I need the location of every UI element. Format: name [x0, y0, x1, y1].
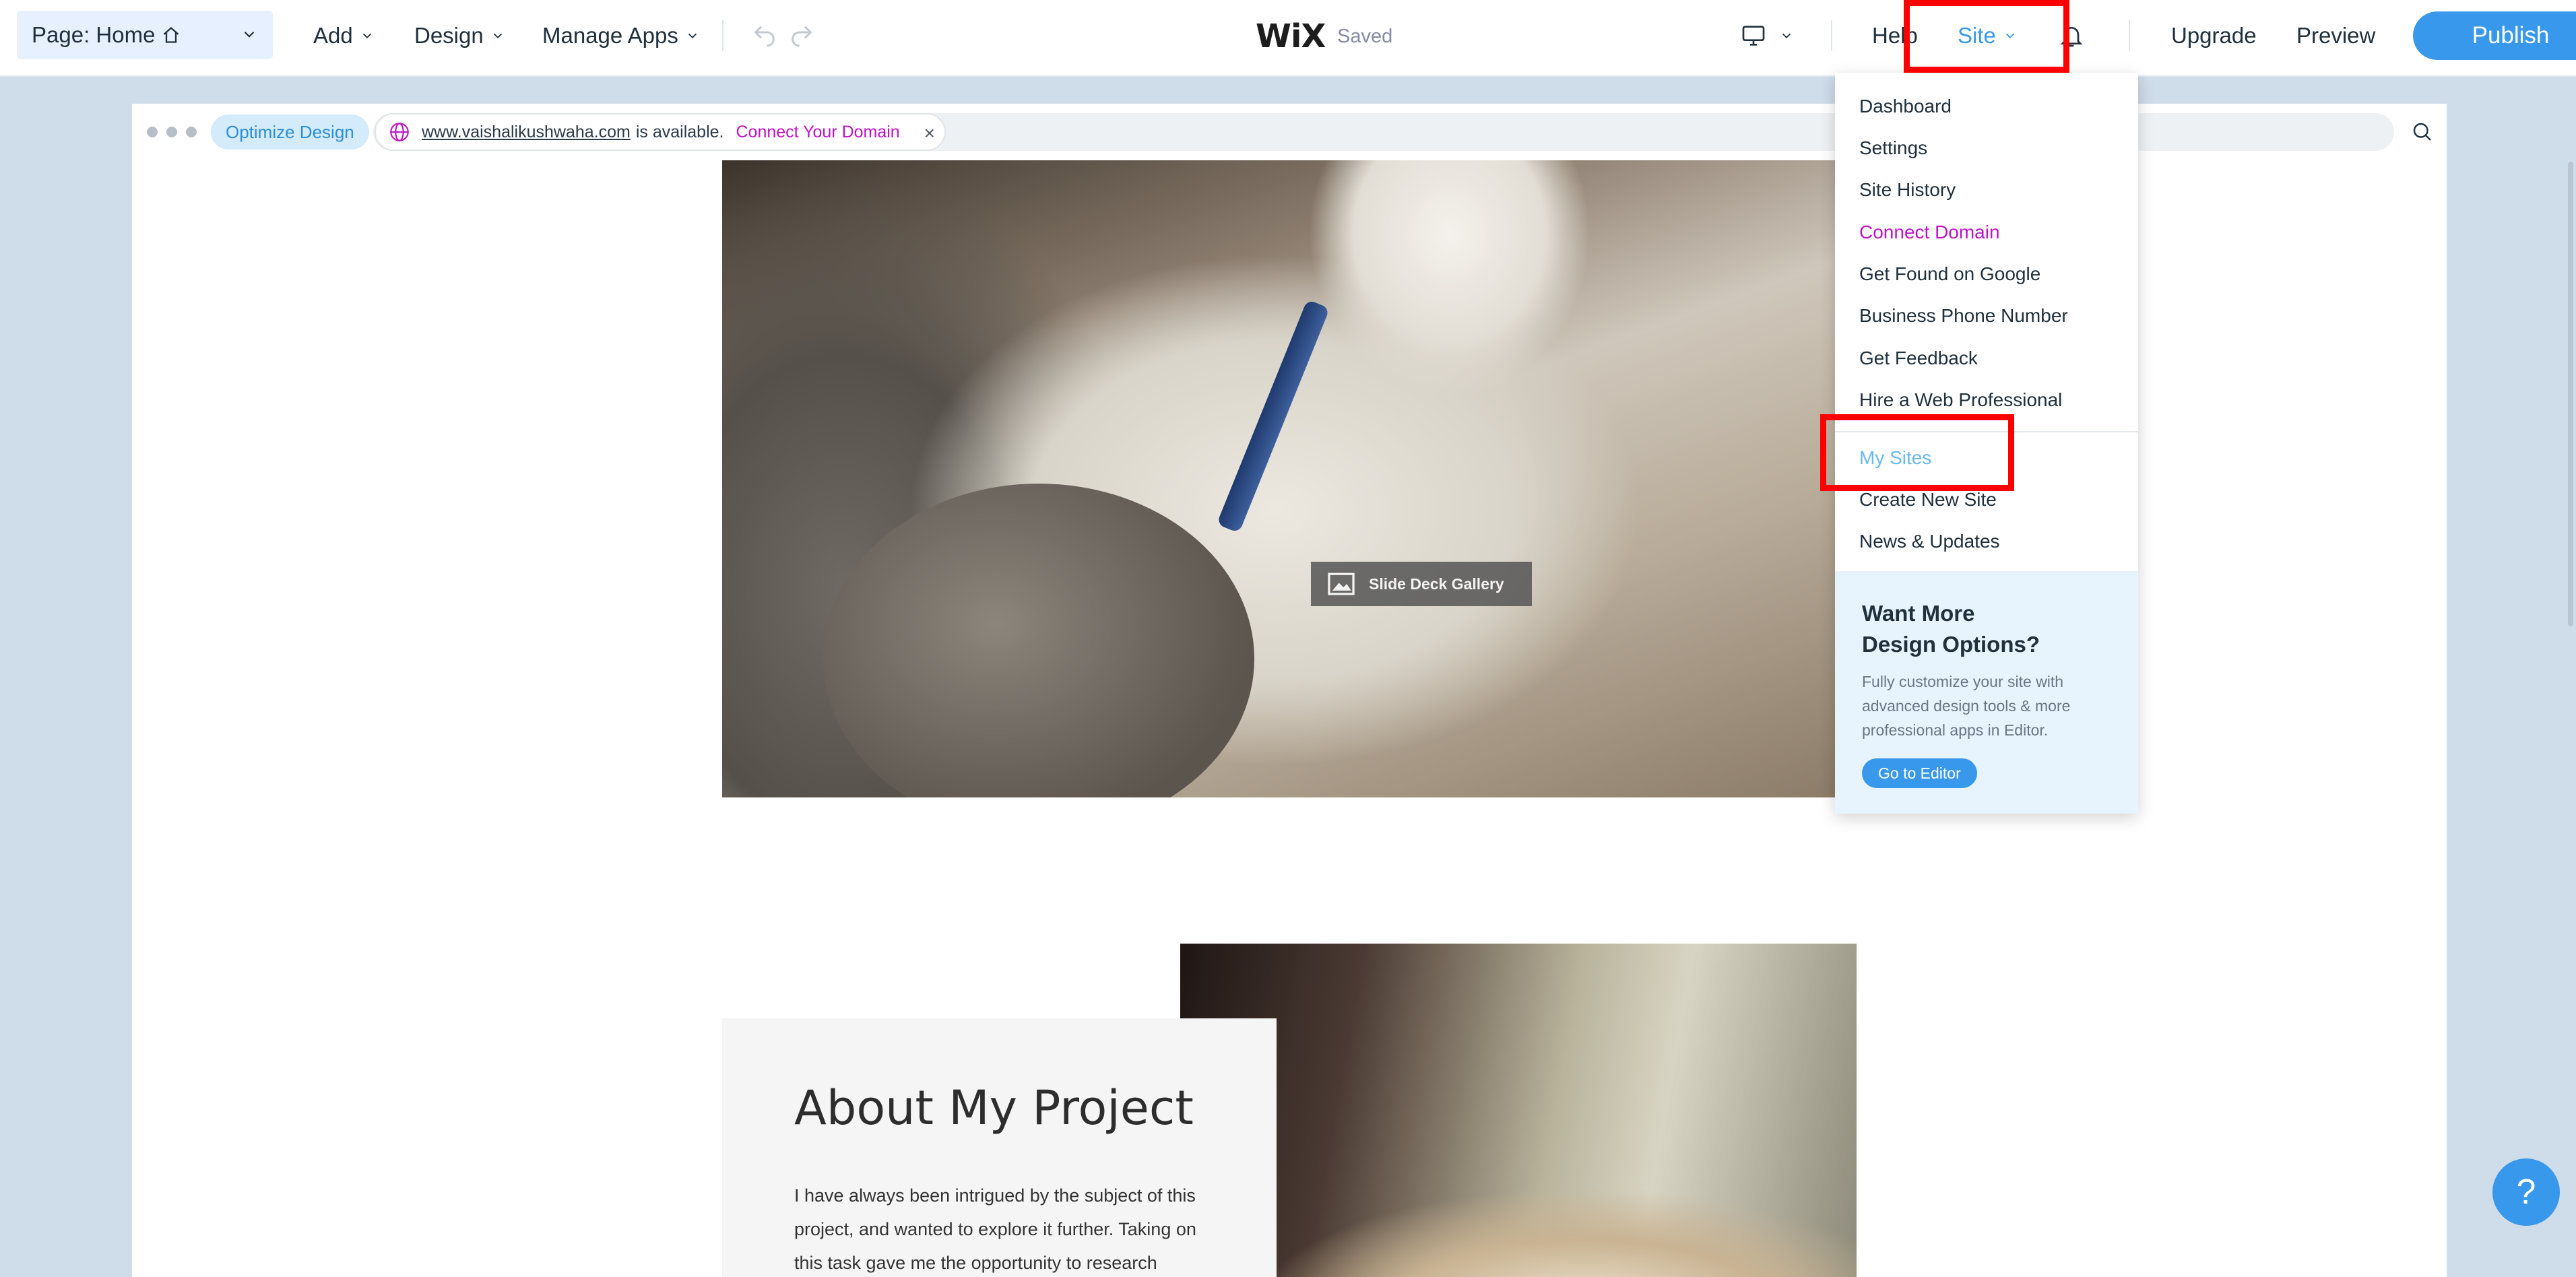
domain-available-text: is available.: [635, 122, 724, 141]
chevron-down-icon: [360, 28, 375, 43]
menu-item-business-phone-number[interactable]: Business Phone Number: [1859, 305, 2068, 327]
editor-upsell-panel: Want More Design Options? Fully customiz…: [1835, 571, 2138, 814]
upsell-title-line-2: Design Options?: [1862, 632, 2040, 657]
chevron-down-icon: [490, 28, 505, 43]
undo-icon[interactable]: [751, 0, 778, 71]
connect-domain-link[interactable]: Connect Your Domain: [736, 123, 900, 142]
menu-item-create-new-site[interactable]: Create New Site: [1859, 489, 1997, 511]
add-menu-label: Add: [313, 23, 353, 48]
menu-item-get-found-on-google[interactable]: Get Found on Google: [1859, 263, 2040, 285]
editor-top-bar: Page: Home Add Design Manage Apps WiX Sa…: [0, 0, 2576, 77]
domain-url-link[interactable]: www.vaishalikushwaha.com: [422, 123, 631, 142]
divider: [2129, 20, 2130, 51]
slide-deck-gallery-label[interactable]: Slide Deck Gallery: [1311, 562, 1532, 606]
site-menu[interactable]: Site: [1958, 0, 2018, 71]
menu-item-hire-web-professional[interactable]: Hire a Web Professional: [1859, 389, 2062, 411]
help-bubble-button[interactable]: ?: [2492, 1158, 2560, 1226]
menu-divider: [1835, 431, 2138, 432]
image-icon: [1326, 570, 1357, 597]
save-status: Saved: [1337, 26, 1393, 47]
chevron-down-icon: [685, 28, 700, 43]
search-icon[interactable]: [2410, 120, 2435, 148]
divider: [722, 20, 723, 51]
design-menu[interactable]: Design: [414, 0, 505, 71]
desktop-icon: [1740, 22, 1767, 49]
optimize-design-button[interactable]: Optimize Design: [211, 114, 369, 150]
upgrade-label: Upgrade: [2171, 23, 2257, 48]
upgrade-button[interactable]: Upgrade: [2171, 0, 2257, 71]
chevron-down-icon: [1779, 28, 1794, 43]
upsell-body: Fully customize your site with advanced …: [1862, 673, 2071, 739]
bell-icon[interactable]: [2058, 0, 2085, 71]
image-detail: [1216, 299, 1330, 533]
upsell-title-line-1: Want More: [1862, 601, 1975, 626]
divider: [1831, 20, 1832, 51]
menu-item-settings[interactable]: Settings: [1859, 137, 1927, 159]
redo-icon[interactable]: [788, 0, 815, 71]
preview-button[interactable]: Preview: [2296, 0, 2375, 71]
page-selector[interactable]: Page: Home: [17, 11, 273, 59]
window-dots: [147, 127, 197, 137]
menu-item-news-updates[interactable]: News & Updates: [1859, 531, 2000, 552]
go-to-editor-button[interactable]: Go to Editor: [1862, 758, 1977, 788]
page-selector-label: Page: Home: [32, 22, 156, 47]
chevron-down-icon: [2003, 28, 2018, 43]
close-icon[interactable]: ×: [924, 123, 935, 144]
help-menu-label: Help: [1872, 23, 1918, 48]
menu-item-my-sites[interactable]: My Sites: [1859, 447, 1931, 469]
about-body-text: I have always been intrigued by the subj…: [794, 1185, 1196, 1273]
site-dropdown-menu: Dashboard Settings Site History Connect …: [1835, 73, 2138, 814]
about-image[interactable]: [1180, 944, 1857, 1277]
device-switch[interactable]: [1740, 0, 1794, 71]
manage-apps-menu[interactable]: Manage Apps: [542, 0, 700, 71]
menu-item-get-feedback[interactable]: Get Feedback: [1859, 348, 1978, 369]
add-menu[interactable]: Add: [313, 0, 375, 71]
hero-image[interactable]: [722, 160, 1867, 797]
page-scrollbar[interactable]: [2568, 162, 2573, 626]
about-title: About My Project: [794, 1080, 1194, 1136]
design-menu-label: Design: [414, 23, 484, 48]
wix-logo: WiX: [1256, 18, 1326, 55]
globe-icon: [388, 121, 411, 143]
site-menu-label: Site: [1958, 23, 1996, 48]
home-icon: [162, 26, 181, 44]
domain-notice: www.vaishalikushwaha.com is available. C…: [375, 113, 946, 151]
menu-item-site-history[interactable]: Site History: [1859, 179, 1956, 201]
about-card[interactable]: About My Project I have always been intr…: [722, 1018, 1277, 1277]
chevron-down-icon: [240, 26, 258, 43]
gallery-label-text: Slide Deck Gallery: [1369, 575, 1504, 593]
menu-item-connect-domain[interactable]: Connect Domain: [1859, 222, 2000, 243]
help-menu[interactable]: Help: [1872, 0, 1918, 71]
manage-apps-menu-label: Manage Apps: [542, 23, 678, 48]
publish-button[interactable]: Publish: [2413, 11, 2576, 60]
upsell-title: Want More Design Options?: [1862, 598, 2040, 660]
preview-label: Preview: [2296, 23, 2376, 48]
menu-item-dashboard[interactable]: Dashboard: [1859, 96, 1952, 117]
image-detail: [823, 484, 1254, 797]
